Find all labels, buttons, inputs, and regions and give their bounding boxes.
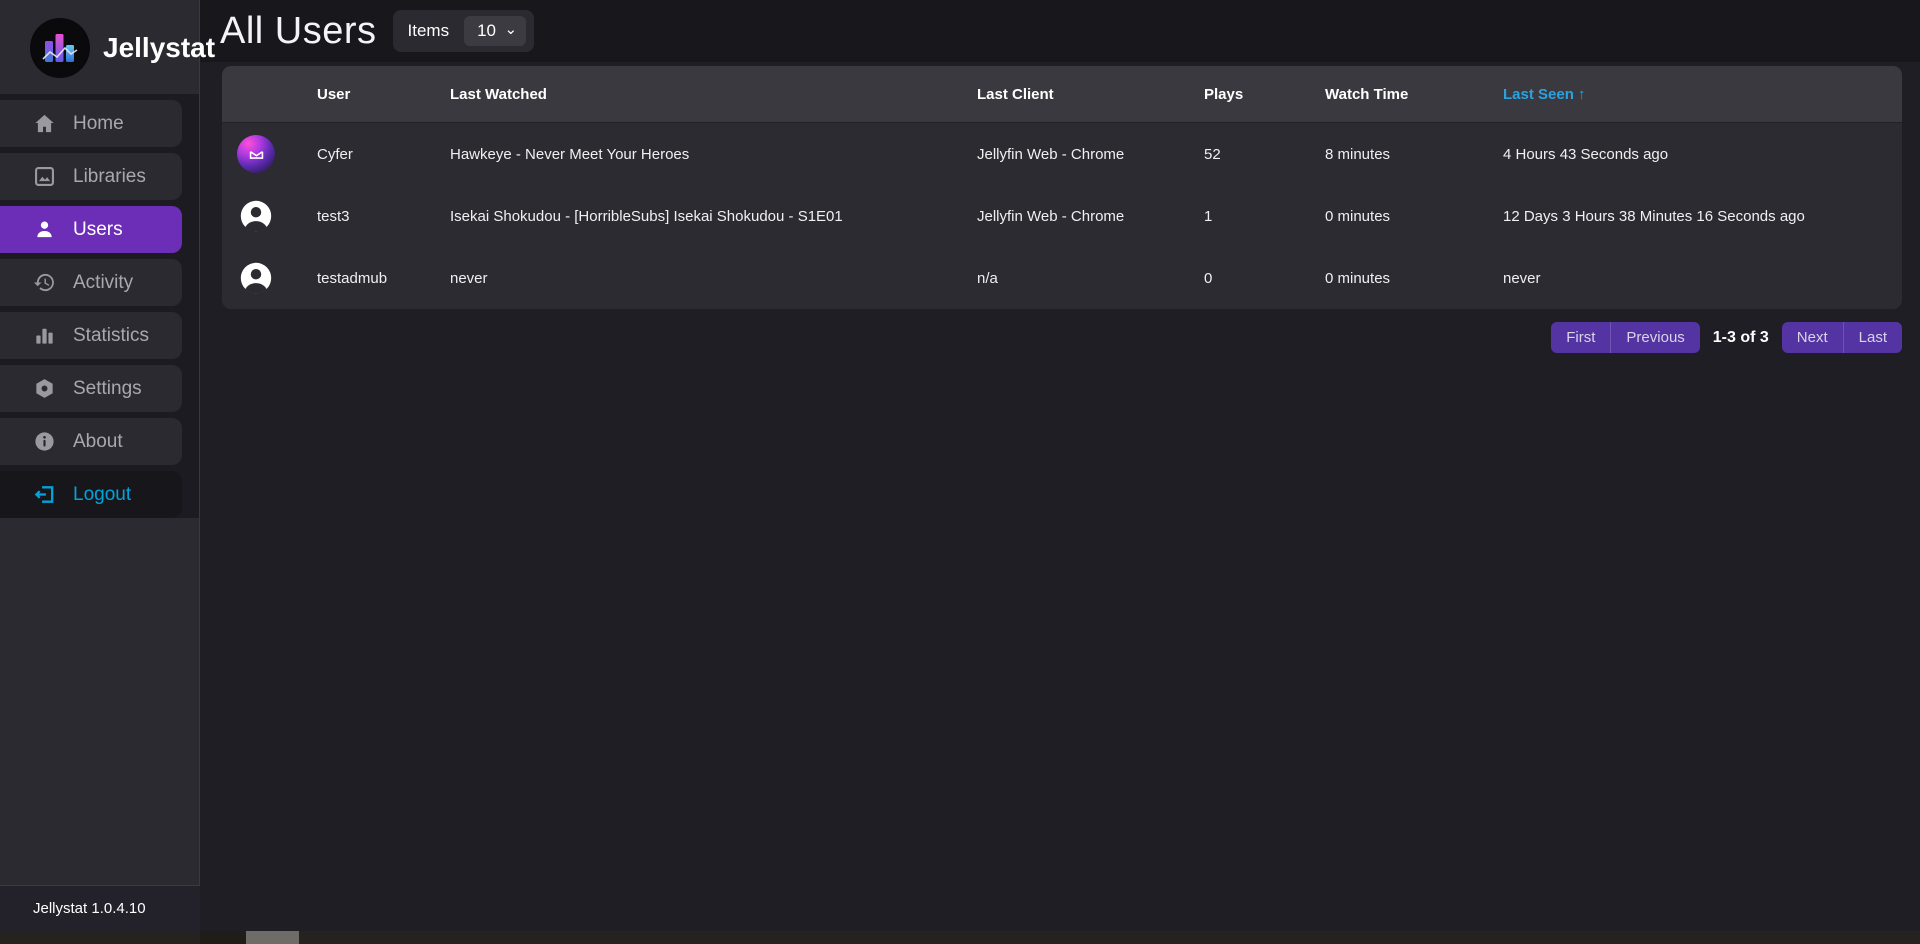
last-client-cell: Jellyfin Web - Chrome: [977, 207, 1125, 225]
sidebar-item-settings[interactable]: Settings: [0, 365, 182, 412]
pagination-back-group: First Previous: [1551, 322, 1700, 353]
sidebar-item-statistics[interactable]: Statistics: [0, 312, 182, 359]
jellystat-logo-icon: [30, 18, 90, 78]
users-table: User Last Watched Last Client Plays Watc…: [222, 66, 1902, 309]
sidebar-item-activity[interactable]: Activity: [0, 259, 182, 306]
logout-icon: [32, 483, 56, 507]
pagination: First Previous 1-3 of 3 Next Last: [200, 322, 1902, 353]
horizontal-scrollbar[interactable]: [0, 931, 1920, 944]
column-header-user[interactable]: User: [317, 86, 450, 103]
last-watched-cell: Isekai Shokudou - [HorribleSubs] Isekai …: [450, 207, 843, 225]
last-watched-cell: Hawkeye - Never Meet Your Heroes: [450, 145, 690, 163]
sidebar-item-label: Activity: [73, 271, 134, 293]
libraries-icon: [32, 165, 56, 189]
next-page-button[interactable]: Next: [1781, 322, 1843, 353]
sidebar-item-users[interactable]: Users: [0, 206, 182, 253]
user-avatar: [237, 259, 275, 297]
plays-cell: 0: [1204, 269, 1213, 287]
user-avatar: [237, 135, 275, 173]
sidebar-item-label: Home: [73, 112, 124, 134]
sidebar-item-home[interactable]: Home: [0, 100, 182, 147]
watch-time-cell: 0 minutes: [1325, 269, 1391, 287]
page-header: All Users Items 10 ⌄: [200, 0, 1920, 62]
plays-cell: 52: [1204, 145, 1221, 163]
app-name: Jellystat: [103, 32, 216, 63]
column-header-last-watched[interactable]: Last Watched: [450, 86, 977, 103]
scrollbar-thumb[interactable]: [246, 931, 299, 944]
sort-ascending-icon: ↑: [1578, 85, 1586, 103]
sidebar-item-label: Statistics: [73, 324, 150, 346]
table-header-row: User Last Watched Last Client Plays Watc…: [222, 66, 1902, 123]
activity-history-icon: [32, 271, 56, 295]
table-row[interactable]: test3 Isekai Shokudou - [HorribleSubs] I…: [222, 185, 1902, 247]
about-icon: [32, 430, 56, 454]
sidebar-nav: Home Libraries Users Activity Statistics…: [0, 94, 199, 518]
previous-page-button[interactable]: Previous: [1610, 322, 1700, 353]
plays-cell: 1: [1204, 207, 1213, 225]
watch-time-cell: 8 minutes: [1325, 145, 1391, 163]
items-per-page-select[interactable]: 10: [464, 16, 527, 46]
sidebar-item-label: Users: [73, 218, 123, 240]
sidebar: Jellystat Home Libraries Users Activity …: [0, 0, 215, 944]
app-logo[interactable]: Jellystat: [0, 0, 215, 94]
scrollbar-track-notch: [200, 931, 246, 944]
column-header-label: Last Seen: [1503, 85, 1574, 103]
user-avatar: [237, 197, 275, 235]
sidebar-item-label: Settings: [73, 377, 142, 399]
last-seen-cell: 4 Hours 43 Seconds ago: [1503, 145, 1669, 163]
app-version: Jellystat 1.0.4.10: [0, 885, 200, 931]
table-body: Cyfer Hawkeye - Never Meet Your Heroes J…: [222, 123, 1902, 309]
sidebar-item-label: About: [73, 430, 123, 452]
user-name-cell: Cyfer: [317, 145, 353, 163]
items-per-page-control: Items 10 ⌄: [392, 10, 535, 52]
last-seen-cell: 12 Days 3 Hours 38 Minutes 16 Seconds ag…: [1503, 207, 1805, 225]
last-client-cell: n/a: [977, 269, 998, 287]
sidebar-item-about[interactable]: About: [0, 418, 182, 465]
main-content: All Users Items 10 ⌄ User Last Watched L…: [200, 0, 1920, 944]
home-icon: [32, 112, 56, 136]
version-label: Jellystat 1.0.4.10: [33, 900, 146, 917]
jellystat-app: Jellystat Home Libraries Users Activity …: [0, 0, 1920, 944]
column-header-watch-time[interactable]: Watch Time: [1325, 86, 1503, 103]
table-row[interactable]: testadmub never n/a 0 0 minutes never: [222, 247, 1902, 309]
sidebar-item-libraries[interactable]: Libraries: [0, 153, 182, 200]
sidebar-item-label: Libraries: [73, 165, 146, 187]
pagination-range-label: 1-3 of 3: [1712, 328, 1769, 346]
last-page-button[interactable]: Last: [1842, 322, 1902, 353]
column-header-plays[interactable]: Plays: [1204, 86, 1325, 103]
column-header-last-seen[interactable]: Last Seen ↑: [1503, 86, 1902, 103]
user-name-cell: testadmub: [317, 269, 388, 287]
settings-icon: [32, 377, 56, 401]
last-watched-cell: never: [450, 269, 488, 287]
table-row[interactable]: Cyfer Hawkeye - Never Meet Your Heroes J…: [222, 123, 1902, 185]
page-title: All Users: [220, 9, 377, 52]
column-header-last-client[interactable]: Last Client: [977, 86, 1204, 103]
sidebar-item-label: Logout: [73, 483, 132, 505]
statistics-icon: [32, 324, 56, 348]
pagination-forward-group: Next Last: [1781, 322, 1902, 353]
items-label: Items: [407, 21, 450, 40]
watch-time-cell: 0 minutes: [1325, 207, 1391, 225]
first-page-button[interactable]: First: [1551, 322, 1611, 353]
last-client-cell: Jellyfin Web - Chrome: [977, 145, 1125, 163]
last-seen-cell: never: [1503, 269, 1541, 287]
sidebar-item-logout[interactable]: Logout: [0, 471, 182, 518]
user-name-cell: test3: [317, 207, 350, 225]
users-icon: [32, 218, 56, 242]
